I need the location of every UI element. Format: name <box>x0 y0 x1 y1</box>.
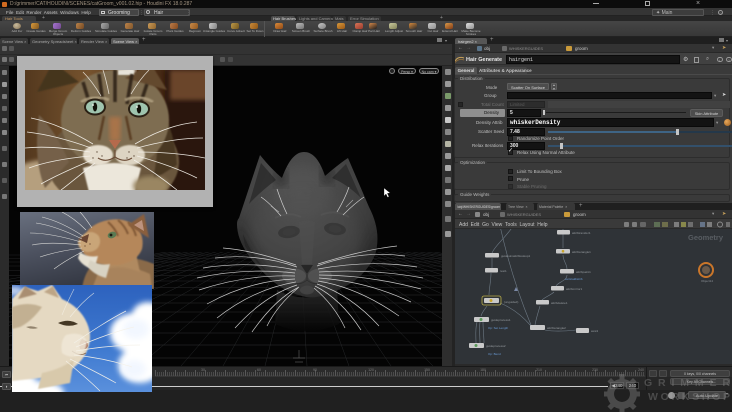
svg-text:attribdelete1: attribdelete1 <box>551 301 568 305</box>
svg-text:guidesimattriblookup1: guidesimattriblookup1 <box>501 254 531 258</box>
svg-text:230: 230 <box>592 368 598 372</box>
svg-text:GRIMMER: GRIMMER <box>644 377 730 389</box>
svg-text:Op: Set Length: Op: Set Length <box>488 326 509 330</box>
svg-text:Op: Bend: Op: Bend <box>488 352 501 356</box>
svg-text:30: 30 <box>201 368 205 372</box>
svg-text:axis3: axis3 <box>591 329 598 333</box>
svg-text:attribtransfer1: attribtransfer1 <box>572 231 591 235</box>
svg-text:attribwrangle1: attribwrangle1 <box>572 250 591 254</box>
svg-text:150: 150 <box>424 368 430 372</box>
svg-text:120: 120 <box>368 368 374 372</box>
svg-text:(unguided): (unguided) <box>504 300 518 304</box>
svg-text:90: 90 <box>313 368 317 372</box>
svg-text:attribwrangle2: attribwrangle2 <box>547 326 566 330</box>
svg-text:attribpaint1: attribpaint1 <box>576 270 591 274</box>
svg-text:guideprocess2: guideprocess2 <box>486 344 506 348</box>
svg-text:guideprocess1: guideprocess1 <box>491 318 511 322</box>
svg-text:180: 180 <box>480 368 486 372</box>
svg-text:210: 210 <box>536 368 542 372</box>
svg-text:Object14: Object14 <box>701 279 713 283</box>
svg-text:attribmirror1: attribmirror1 <box>566 287 583 291</box>
svg-text:WORKSHOP: WORKSHOP <box>648 391 730 403</box>
svg-text:verticaldistrib: verticaldistrib <box>565 277 583 281</box>
svg-text:60: 60 <box>257 368 261 372</box>
svg-text:rest1: rest1 <box>500 269 507 273</box>
